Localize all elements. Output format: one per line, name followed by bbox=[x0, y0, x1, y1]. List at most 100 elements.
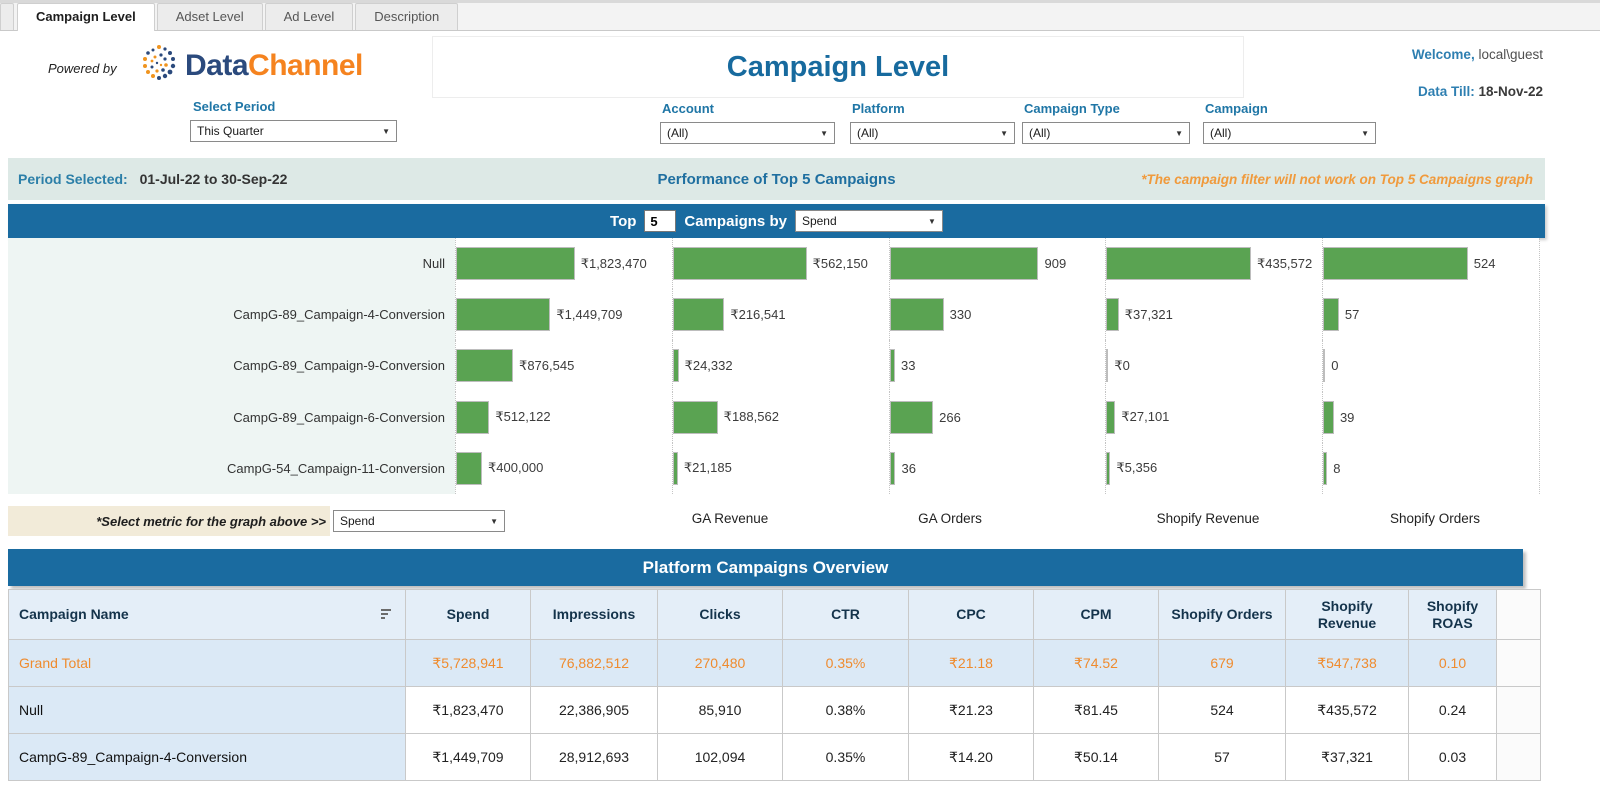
col-cpc[interactable]: CPC bbox=[908, 589, 1034, 640]
tab-partial[interactable] bbox=[0, 3, 14, 30]
bar[interactable] bbox=[1106, 298, 1119, 332]
metric-cell: ₹547,738 bbox=[1285, 639, 1409, 687]
scrollbar-spacer[interactable] bbox=[1496, 589, 1541, 640]
col-shopify-roas[interactable]: Shopify ROAS bbox=[1408, 589, 1497, 640]
chart-row: CampG-54_Campaign-11-Conversion ₹400,000 ₹… bbox=[8, 442, 1539, 494]
chart-cell-ga-revenue: ₹216,541 bbox=[671, 289, 889, 341]
metric-cell: ₹21.18 bbox=[908, 639, 1034, 687]
powered-by-label: Powered by bbox=[48, 61, 117, 76]
col-campaign-name[interactable]: Campaign Name bbox=[8, 589, 406, 640]
campaign-name-cell[interactable]: CampG-89_Campaign-4-Conversion bbox=[8, 733, 406, 781]
bar-value: 524 bbox=[1473, 256, 1496, 272]
chart-row-label[interactable]: CampG-54_Campaign-11-Conversion bbox=[8, 442, 455, 494]
chart-row-label[interactable]: Null bbox=[8, 238, 455, 290]
col-impressions[interactable]: Impressions bbox=[530, 589, 658, 640]
bar-value: ₹5,356 bbox=[1116, 460, 1158, 476]
axis-label-ga-revenue: GA Revenue bbox=[691, 511, 769, 526]
chart-cell-ga-revenue: ₹188,562 bbox=[671, 391, 889, 443]
campaign-label: Campaign bbox=[1205, 101, 1268, 116]
bar[interactable] bbox=[889, 400, 934, 434]
bar-value: ₹562,150 bbox=[812, 255, 868, 271]
campaign-filter-note: *The campaign filter will not work on To… bbox=[1141, 171, 1533, 187]
col-spend[interactable]: Spend bbox=[405, 589, 531, 640]
chart-cell-shopify-orders: 39 bbox=[1322, 391, 1539, 443]
bar[interactable] bbox=[456, 247, 575, 281]
chart-row-label[interactable]: CampG-89_Campaign-4-Conversion bbox=[8, 289, 455, 341]
bar-value: 330 bbox=[949, 307, 972, 323]
campaign-name-cell[interactable]: Grand Total bbox=[8, 639, 406, 687]
top-n-input[interactable] bbox=[644, 210, 677, 232]
metric-cell: 524 bbox=[1158, 686, 1286, 734]
table-header-row: Campaign Name Spend Impressions Clicks C… bbox=[8, 589, 1541, 640]
bar[interactable] bbox=[456, 349, 514, 383]
period-select-value: This Quarter bbox=[197, 124, 264, 138]
bar[interactable] bbox=[1106, 247, 1251, 281]
tab-adset-level[interactable]: Adset Level bbox=[156, 3, 263, 30]
campaign-select[interactable]: (All) ▼ bbox=[1203, 122, 1376, 144]
bar-value: ₹37,321 bbox=[1124, 306, 1173, 322]
top-metric-select[interactable]: Spend ▼ bbox=[794, 210, 943, 232]
campaign-name-cell[interactable]: Null bbox=[8, 686, 406, 734]
bar[interactable] bbox=[456, 298, 551, 332]
axis-label-shopify-revenue: Shopify Revenue bbox=[1156, 511, 1260, 526]
chevron-down-icon: ▼ bbox=[490, 516, 498, 526]
bar[interactable] bbox=[1323, 349, 1326, 383]
chart-cell-ga-revenue: ₹562,150 bbox=[671, 238, 889, 290]
chart-cell-ga-orders: 33 bbox=[888, 340, 1106, 392]
campaign-select-value: (All) bbox=[1210, 126, 1232, 140]
bar[interactable] bbox=[1323, 451, 1328, 485]
tab-ad-level[interactable]: Ad Level bbox=[264, 3, 354, 30]
col-shopify-orders[interactable]: Shopify Orders bbox=[1158, 589, 1286, 640]
bar[interactable] bbox=[889, 298, 944, 332]
campaign-type-select[interactable]: (All) ▼ bbox=[1022, 122, 1190, 144]
period-select[interactable]: This Quarter ▼ bbox=[190, 120, 397, 142]
bar[interactable] bbox=[672, 298, 725, 332]
tab-campaign-level[interactable]: Campaign Level bbox=[17, 3, 155, 31]
chevron-down-icon: ▼ bbox=[1000, 128, 1008, 138]
data-till-label: Data Till: bbox=[1417, 84, 1475, 99]
metric-cell: 85,910 bbox=[657, 686, 783, 734]
chart-row-label[interactable]: CampG-89_Campaign-6-Conversion bbox=[8, 391, 455, 443]
col-cpm[interactable]: CPM bbox=[1033, 589, 1159, 640]
col-ctr[interactable]: CTR bbox=[782, 589, 909, 640]
tab-description[interactable]: Description bbox=[355, 3, 459, 30]
bar[interactable] bbox=[672, 451, 678, 485]
bar[interactable] bbox=[889, 451, 896, 485]
bar[interactable] bbox=[1106, 451, 1111, 485]
chevron-down-icon: ▼ bbox=[382, 126, 390, 136]
bar[interactable] bbox=[672, 247, 807, 281]
chart-row: CampG-89_Campaign-9-Conversion ₹876,545 ₹2… bbox=[8, 340, 1539, 392]
bar-value: 909 bbox=[1044, 256, 1067, 272]
bar-value: 266 bbox=[939, 409, 961, 425]
bar[interactable] bbox=[889, 349, 895, 383]
bar[interactable] bbox=[672, 400, 718, 434]
period-selected-bar: Period Selected: 01-Jul-22 to 30-Sep-22 … bbox=[8, 158, 1545, 200]
chart-cell-shopify-orders: 57 bbox=[1322, 289, 1539, 341]
col-campaign-name-label: Campaign Name bbox=[19, 606, 129, 623]
metric-cell: 679 bbox=[1158, 639, 1286, 687]
bar[interactable] bbox=[456, 400, 490, 434]
bar[interactable] bbox=[1106, 400, 1116, 434]
account-select[interactable]: (All) ▼ bbox=[660, 122, 835, 144]
metric-cell: 270,480 bbox=[657, 639, 783, 687]
bar-value: ₹876,545 bbox=[519, 357, 575, 373]
bar[interactable] bbox=[1323, 298, 1339, 332]
col-shopify-revenue[interactable]: Shopify Revenue bbox=[1285, 589, 1409, 640]
bar[interactable] bbox=[1323, 400, 1334, 434]
metric-cell: 0.24 bbox=[1408, 686, 1497, 734]
bar-value: ₹1,823,470 bbox=[580, 255, 647, 271]
bar[interactable] bbox=[889, 247, 1039, 281]
platform-select[interactable]: (All) ▼ bbox=[850, 122, 1015, 144]
chart-row-label[interactable]: CampG-89_Campaign-9-Conversion bbox=[8, 340, 455, 392]
platform-label: Platform bbox=[852, 101, 905, 116]
metric-select[interactable]: Spend ▼ bbox=[333, 510, 505, 532]
bar[interactable] bbox=[456, 451, 483, 485]
bar[interactable] bbox=[1323, 247, 1468, 281]
bar[interactable] bbox=[1106, 349, 1109, 383]
sort-icon[interactable] bbox=[379, 608, 393, 621]
campaign-type-select-value: (All) bbox=[1029, 126, 1051, 140]
col-clicks[interactable]: Clicks bbox=[657, 589, 783, 640]
chart-cell-shopify-revenue: ₹0 bbox=[1105, 340, 1323, 392]
bar-value: 36 bbox=[901, 460, 916, 476]
bar[interactable] bbox=[672, 349, 679, 383]
